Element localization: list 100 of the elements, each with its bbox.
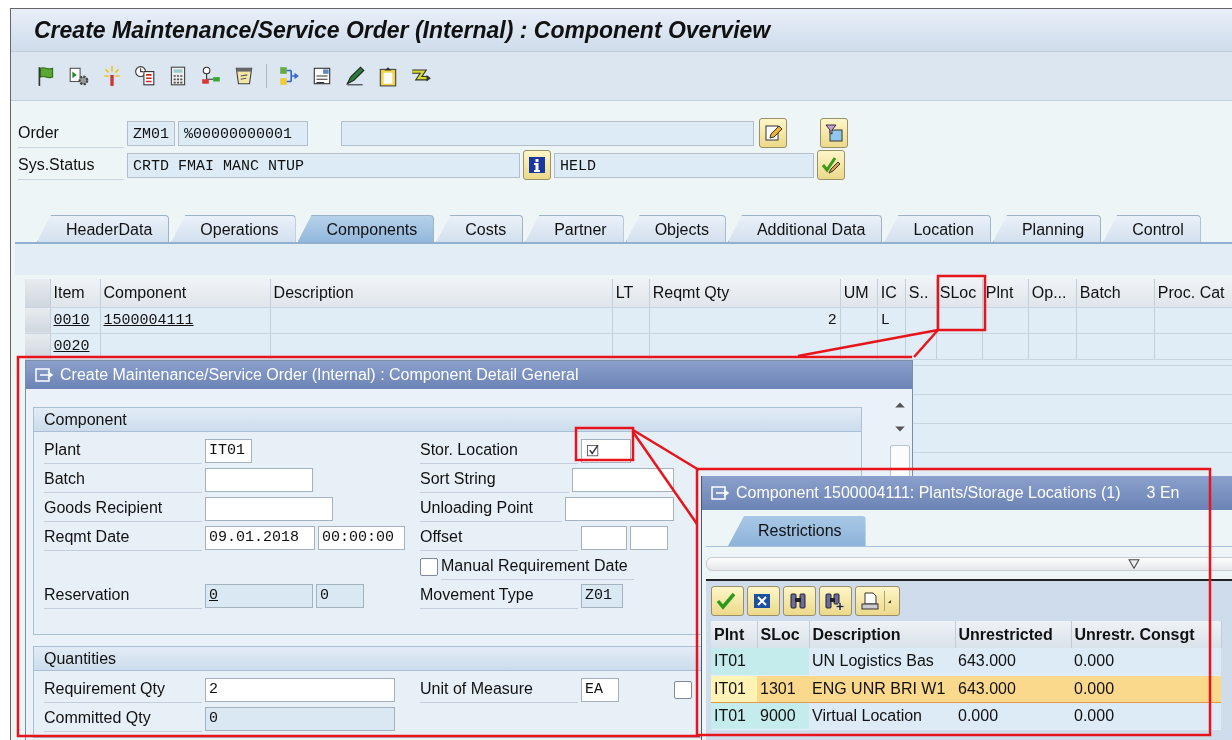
input-field[interactable]: EA <box>581 677 619 702</box>
table-cell: 0.000 <box>1071 675 1221 702</box>
dialog-title: Create Maintenance/Service Order (Internal) : Component Detail General <box>60 366 579 384</box>
input-field[interactable]: CRTD FMAI MANC NTUP <box>127 152 520 178</box>
input-field[interactable]: 0 <box>205 583 313 608</box>
tab[interactable]: Additional Data <box>727 215 883 242</box>
input-field[interactable]: ZM01 <box>127 120 175 146</box>
column-header[interactable]: Item <box>50 279 100 307</box>
notepad-icon[interactable] <box>233 65 255 87</box>
table-cell: Virtual Location <box>809 702 955 729</box>
table-row[interactable]: IT01 9000 Virtual Location 0.000 0.000 <box>711 702 1221 729</box>
tab[interactable]: Restrictions <box>728 516 866 546</box>
table-cell: 643.000 <box>955 648 1071 675</box>
column-header[interactable]: Plnt <box>982 279 1029 307</box>
column-header[interactable]: IC <box>877 279 906 307</box>
field-label: Sort String <box>420 466 569 493</box>
column-header[interactable]: Batch <box>1076 279 1155 307</box>
tab[interactable]: Costs <box>436 215 524 242</box>
triangle-down-icon[interactable] <box>1127 557 1141 571</box>
table-row[interactable]: IT01 1301 ENG UNR BRI W1 643.000 0.000 <box>711 675 1221 702</box>
input-field[interactable] <box>565 496 674 521</box>
column-header[interactable]: Plnt <box>711 621 757 648</box>
input-field[interactable] <box>571 467 674 492</box>
input-field[interactable]: 09.01.2018 <box>205 525 315 550</box>
hierarchy-icon[interactable] <box>278 65 300 87</box>
column-header[interactable]: Description <box>270 279 613 307</box>
table-cell: 9000 <box>757 702 809 729</box>
wand-icon[interactable] <box>101 65 123 87</box>
cancel-button[interactable] <box>747 586 780 616</box>
print-icon <box>860 591 880 611</box>
column-header[interactable]: SLoc <box>936 279 983 307</box>
input-field[interactable] <box>630 525 668 550</box>
input-field[interactable] <box>341 120 754 146</box>
tab[interactable]: HeaderData <box>37 215 170 242</box>
tab[interactable]: Components <box>297 215 435 242</box>
search-icon <box>788 591 808 611</box>
entry-count: 3 En <box>1146 484 1180 502</box>
field-label: Plant <box>44 437 202 464</box>
dialog-title: Component 1500004111: Plants/Storage Locations (1) <box>736 484 1121 502</box>
status-button[interactable] <box>817 150 845 180</box>
document-icon[interactable] <box>311 65 333 87</box>
info-button[interactable] <box>523 150 551 180</box>
checkbox[interactable] <box>674 680 692 699</box>
input-field[interactable]: Z01 <box>581 583 623 608</box>
search-next-icon <box>824 591 844 611</box>
column-header[interactable]: Description <box>809 621 955 648</box>
table-cell: 1301 <box>757 675 809 702</box>
input-field[interactable]: 0 <box>205 706 395 731</box>
column-header[interactable]: Component <box>100 279 271 307</box>
input-field[interactable]: %00000000001 <box>178 120 308 146</box>
gear-icon[interactable] <box>68 65 90 87</box>
table-cell: IT01 <box>711 702 757 729</box>
input-field[interactable] <box>581 525 627 550</box>
clipboard-icon[interactable] <box>377 65 399 87</box>
table-cell: 643.000 <box>955 675 1071 702</box>
table-link[interactable]: 1500004111 <box>100 307 271 333</box>
field-label: Sys.Status <box>18 150 124 180</box>
check-icon[interactable] <box>585 442 601 459</box>
tab[interactable]: Location <box>884 215 991 242</box>
column-header[interactable]: SLoc <box>757 621 809 648</box>
find-button[interactable] <box>783 586 816 616</box>
annotation-box <box>936 274 987 332</box>
table-row[interactable]: IT01 UN Logistics Bas 643.000 0.000 <box>711 648 1221 675</box>
print-button[interactable] <box>855 586 900 616</box>
input-field[interactable] <box>205 467 313 492</box>
pen-icon[interactable] <box>344 65 366 87</box>
column-header[interactable]: UM <box>840 279 878 307</box>
column-header[interactable]: Unrestricted <box>955 621 1071 648</box>
column-header[interactable]: Unrestr. Consgt <box>1071 621 1221 648</box>
input-field[interactable]: 0 <box>316 583 364 608</box>
tab[interactable]: Objects <box>625 215 726 242</box>
tab[interactable]: Operations <box>171 215 296 242</box>
tab[interactable]: Control <box>1103 215 1201 242</box>
input-field[interactable] <box>581 438 631 463</box>
input-field[interactable] <box>205 496 333 521</box>
input-field[interactable]: IT01 <box>205 438 252 463</box>
network-icon[interactable] <box>200 65 222 87</box>
checkbox[interactable] <box>420 557 438 576</box>
table-cell: 0.000 <box>955 702 1071 729</box>
tab[interactable]: Planning <box>992 215 1102 242</box>
input-field[interactable]: 00:00:00 <box>318 525 405 550</box>
column-header[interactable]: Reqmt Qty <box>649 279 841 307</box>
table-cell: UN Logistics Bas <box>809 648 955 675</box>
field-label: Order <box>18 118 124 148</box>
column-header[interactable]: S.. <box>905 279 937 307</box>
input-field[interactable]: HELD <box>554 152 814 178</box>
column-header[interactable]: Proc. Cat <box>1154 279 1232 307</box>
column-header[interactable]: LT <box>612 279 650 307</box>
filter-button[interactable] <box>820 118 848 148</box>
find-next-button[interactable] <box>819 586 852 616</box>
edit-button[interactable] <box>759 118 787 148</box>
tab[interactable]: Partner <box>525 215 624 242</box>
funnel-icon <box>824 123 844 143</box>
field-label: Offset <box>420 524 578 551</box>
ok-button[interactable] <box>711 586 744 616</box>
window-title: Create Maintenance/Service Order (Internal) : Component Overview <box>11 9 1232 51</box>
column-header[interactable]: Op... <box>1028 279 1077 307</box>
field-label: Goods Recipient <box>44 495 202 522</box>
clock-icon[interactable] <box>134 65 156 87</box>
input-field[interactable]: 2 <box>205 677 395 702</box>
